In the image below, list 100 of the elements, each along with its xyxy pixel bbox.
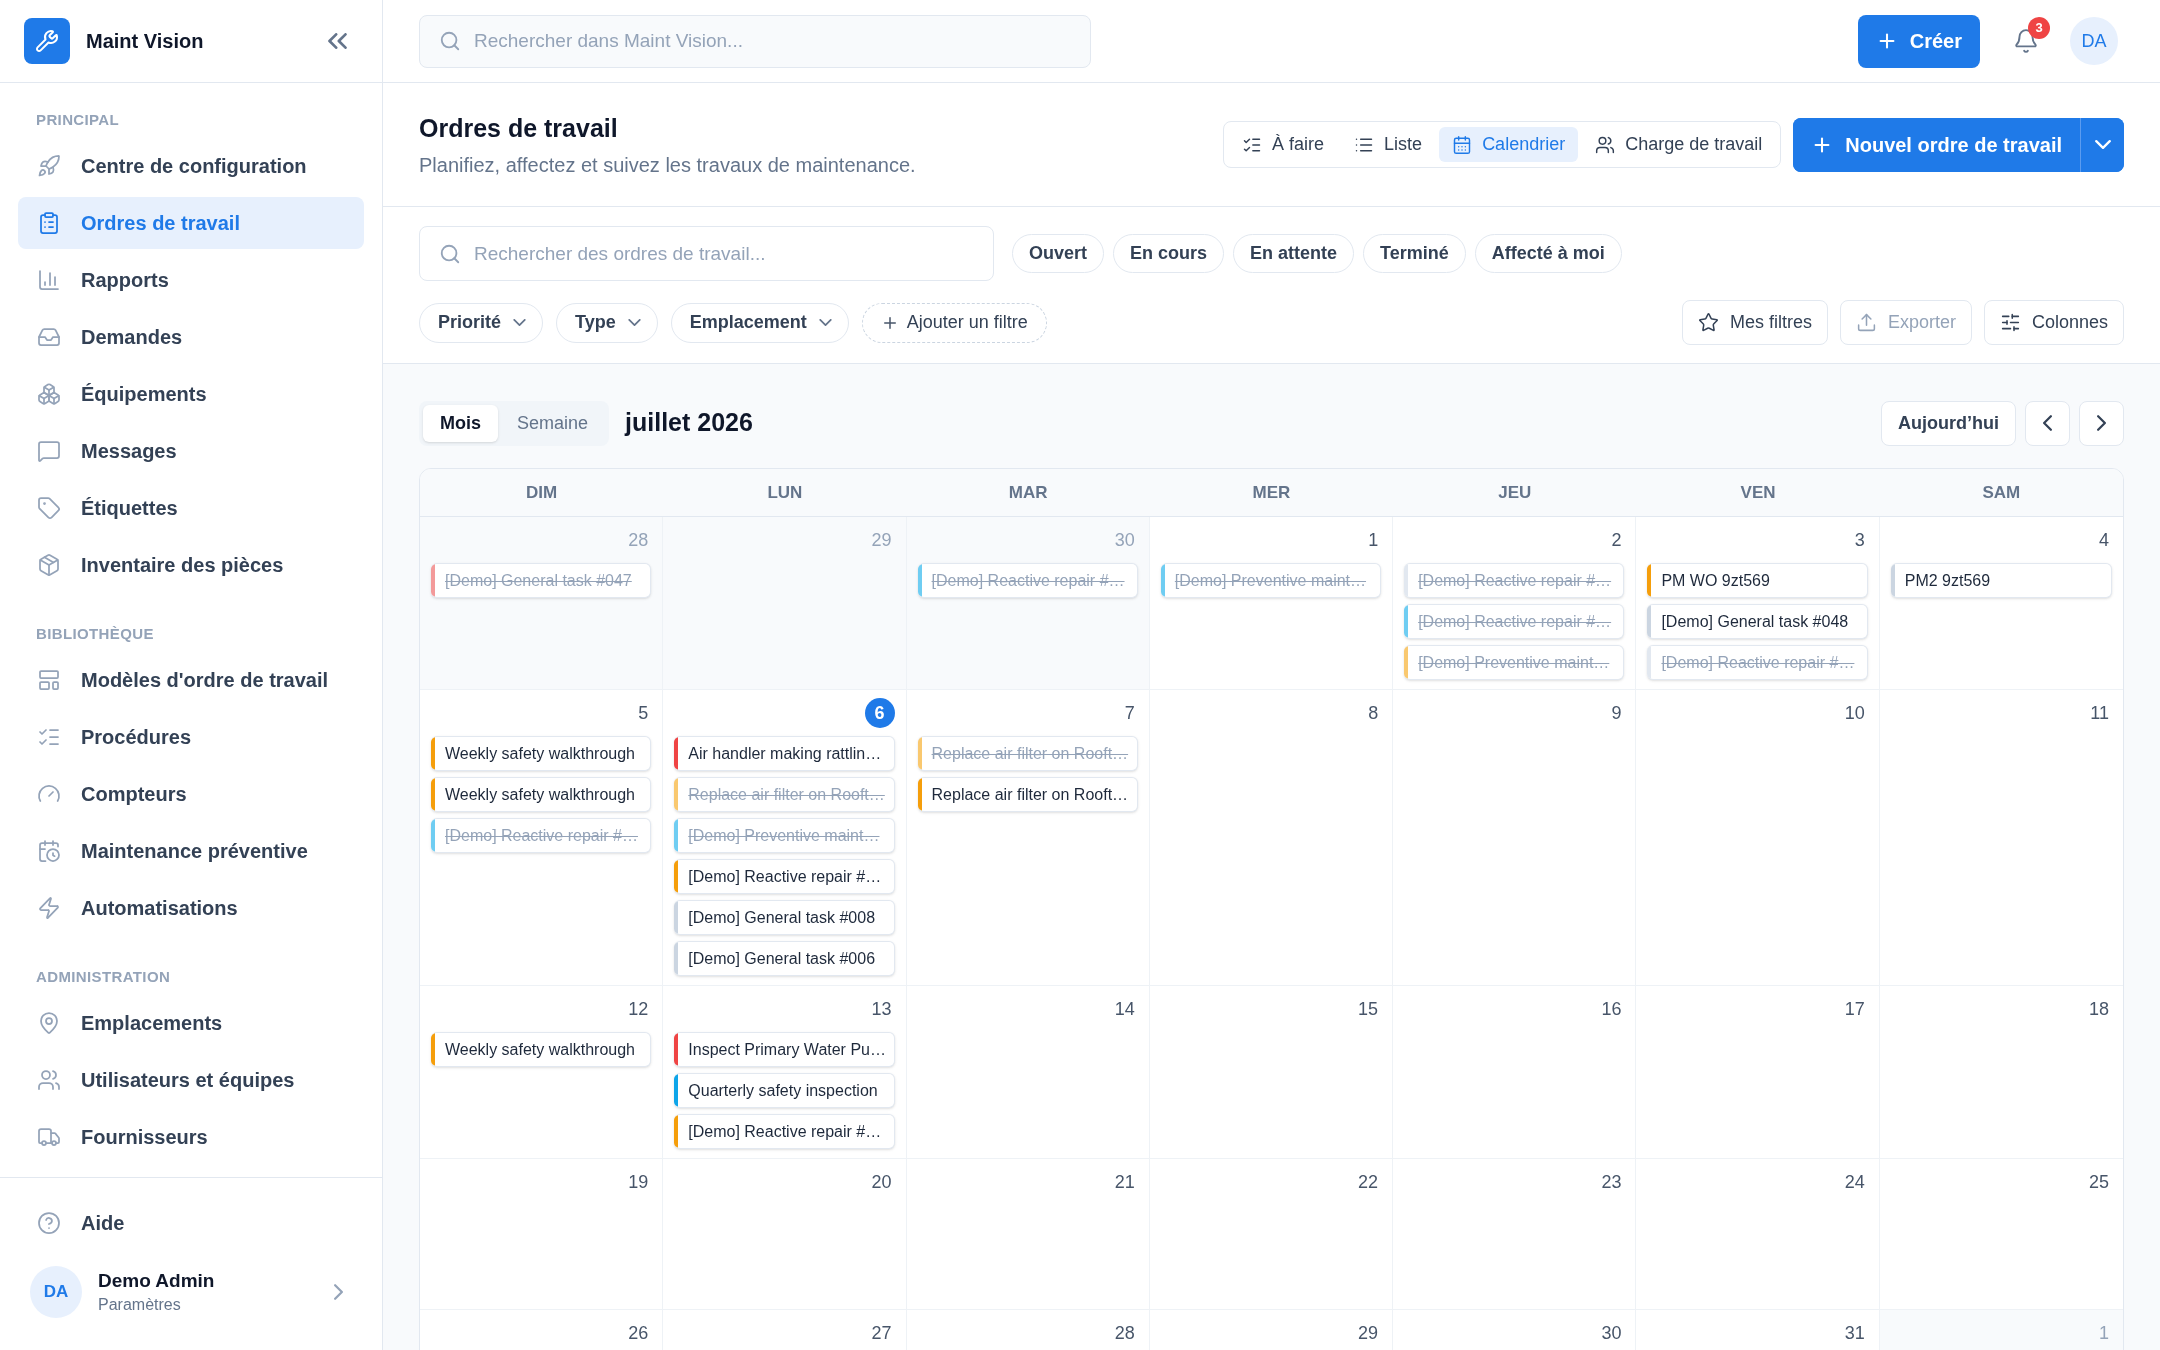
filter-dropdown[interactable]: Type: [556, 302, 658, 343]
nav-item[interactable]: Utilisateurs et équipes: [18, 1054, 364, 1106]
event-card[interactable]: Weekly safety walkthrough: [431, 777, 652, 812]
event-card[interactable]: [Demo] Reactive repair #…: [674, 1114, 895, 1149]
nav-item[interactable]: Étiquettes: [18, 482, 364, 534]
search-field[interactable]: Rechercher dans Maint Vision...: [419, 14, 1091, 68]
day-number: 28: [628, 529, 650, 552]
user-avatar: DA: [30, 1266, 82, 1318]
day-number: 6: [864, 698, 895, 728]
calendar-icon: [1452, 134, 1473, 155]
month-title: juillet 2026: [625, 407, 753, 439]
filter-dropdown[interactable]: Priorité: [419, 302, 544, 343]
event-card[interactable]: Air handler making rattlin…: [674, 736, 895, 771]
day-number: 28: [1114, 1322, 1136, 1345]
event-card[interactable]: [Demo] General task #048: [1647, 604, 1868, 639]
nav-item[interactable]: Rapports: [18, 254, 364, 306]
section-heading: BIBLIOTHÈQUE: [35, 624, 155, 644]
view-mode-tab[interactable]: Semaine: [500, 404, 606, 442]
status-filter-chip[interactable]: Ouvert: [1012, 234, 1105, 273]
more-options-button[interactable]: [2080, 117, 2124, 172]
event-card[interactable]: [Demo] Reactive repair #…: [674, 859, 895, 894]
day-number: 22: [1358, 1171, 1380, 1194]
cubes-icon: [37, 382, 61, 406]
today-button[interactable]: Aujourd’hui: [1881, 400, 2016, 446]
day-number: 2: [1611, 529, 1623, 552]
status-filter-chip[interactable]: Terminé: [1363, 234, 1466, 273]
event-card[interactable]: [Demo] General task #008: [674, 900, 895, 935]
day-number: 27: [871, 1322, 893, 1345]
section-heading: ADMINISTRATION: [35, 967, 172, 987]
nav-item[interactable]: Inventaire des pièces: [18, 539, 364, 591]
search-field[interactable]: Rechercher des ordres de travail...: [419, 226, 994, 281]
chevron-left-icon: [2043, 415, 2052, 431]
day-number: 31: [1844, 1322, 1866, 1345]
event-card[interactable]: Inspect Primary Water Pu…: [674, 1032, 895, 1067]
day-number: 29: [1358, 1322, 1380, 1345]
weekday-label: JEU: [1498, 481, 1532, 504]
event-card[interactable]: Weekly safety walkthrough: [431, 1032, 652, 1067]
day-number: 5: [638, 702, 650, 725]
weekday-label: SAM: [1982, 481, 2021, 504]
nav-item[interactable]: Aide: [18, 1197, 364, 1249]
nav-item[interactable]: Maintenance préventive: [18, 825, 364, 877]
event-card[interactable]: Weekly safety walkthrough: [431, 736, 652, 771]
nav-item[interactable]: Équipements: [18, 368, 364, 420]
day-number: 23: [1601, 1171, 1623, 1194]
nav-item[interactable]: Fournisseurs: [18, 1111, 364, 1163]
event-card[interactable]: Replace air filter on Rooft…: [917, 777, 1138, 812]
nav-item[interactable]: Messages: [18, 425, 364, 477]
tag-icon: [37, 496, 61, 520]
nav-item[interactable]: Ordres de travail: [18, 197, 364, 249]
day-number: 7: [1124, 702, 1136, 725]
view-mode-tab[interactable]: Mois: [423, 404, 498, 442]
view-tab[interactable]: Charge de travail: [1582, 127, 1776, 162]
search-icon: [439, 242, 461, 265]
status-filter-chip[interactable]: En attente: [1233, 234, 1355, 273]
search-icon: [439, 30, 461, 52]
view-tab[interactable]: Liste: [1341, 127, 1436, 162]
toolbar-button[interactable]: Colonnes: [1983, 300, 2124, 345]
day-number: 4: [2099, 529, 2110, 552]
double-chevron-left-icon: [327, 33, 347, 49]
event-card[interactable]: PM WO 9zt569: [1647, 563, 1868, 598]
filter-dropdown[interactable]: Emplacement: [670, 302, 849, 343]
clipboard-icon: [37, 211, 61, 235]
day-number: 1: [1368, 529, 1380, 552]
user-avatar[interactable]: DA: [2070, 17, 2118, 65]
upload-icon: [1855, 312, 1877, 333]
notification-badge: 3: [2028, 17, 2050, 39]
nav-item[interactable]: Automatisations: [18, 882, 364, 934]
nav-item[interactable]: Procédures: [18, 711, 364, 763]
bar-chart-icon: [37, 268, 61, 292]
status-filter-chip[interactable]: En cours: [1113, 234, 1225, 273]
event-card[interactable]: [Demo] General task #006: [674, 941, 895, 976]
previous-month-button[interactable]: [2025, 400, 2070, 446]
star-icon: [1697, 312, 1719, 333]
next-month-button[interactable]: [2079, 400, 2124, 446]
day-number: 9: [1611, 702, 1623, 725]
view-tab[interactable]: Calendrier: [1439, 127, 1579, 162]
toolbar-button[interactable]: Mes filtres: [1681, 300, 1828, 345]
weekday-label: MER: [1252, 481, 1291, 504]
nav-item[interactable]: Modèles d'ordre de travail: [18, 654, 364, 706]
page-subtitle: Planifiez, affectez et suivez les travaux de maintenance.: [419, 153, 916, 178]
nav-item[interactable]: Emplacements: [18, 997, 364, 1049]
chevron-down-icon: [513, 319, 527, 326]
weekday-label: MAR: [1008, 481, 1048, 504]
add-filter-button[interactable]: Ajouter un filtre: [861, 302, 1047, 343]
weekday-label: VEN: [1740, 481, 1776, 504]
day-number: 20: [871, 1171, 893, 1194]
nav-item[interactable]: Demandes: [18, 311, 364, 363]
event-card[interactable]: PM2 9zt569: [1890, 563, 2112, 598]
nav-item[interactable]: Compteurs: [18, 768, 364, 820]
wrench-logo-icon: [24, 18, 70, 64]
view-tab[interactable]: À faire: [1229, 127, 1338, 162]
day-number: 24: [1844, 1171, 1866, 1194]
create-button[interactable]: Créer: [1857, 14, 1980, 68]
day-number: 30: [1114, 529, 1136, 552]
notifications-button[interactable]: 3: [2004, 19, 2048, 63]
day-number: 1: [2099, 1322, 2110, 1345]
day-number: 21: [1114, 1171, 1136, 1194]
event-card[interactable]: Quarterly safety inspection: [674, 1073, 895, 1108]
status-filter-chip[interactable]: Affecté à moi: [1474, 234, 1622, 273]
nav-item[interactable]: Centre de configuration: [18, 140, 364, 192]
